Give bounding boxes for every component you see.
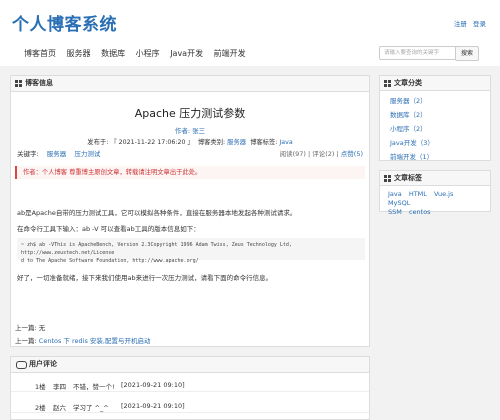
tag-link[interactable]: Java [279, 139, 292, 146]
nav-database[interactable]: 数据库 [101, 49, 125, 58]
tags-title: 文章标签 [394, 174, 422, 182]
next-label: 上一篇: [15, 337, 37, 345]
comment-time: [2021-09-21 09:10] [121, 402, 185, 410]
comment-floor: 1楼 [35, 383, 46, 391]
keywords-label: 关键字: [17, 150, 39, 158]
article-stats: 阅读(97) | 评论(2) | 点赞(5) [279, 150, 363, 158]
tags-header: 文章标签 [380, 171, 490, 186]
author-link[interactable]: 张三 [192, 127, 205, 135]
meta-line: 发布于: 『 2021-11-22 17:06:20 』 博客类别: 服务器 博… [11, 137, 369, 146]
category-item[interactable]: 数据库（2） [390, 109, 490, 119]
published-date: 『 2021-11-22 17:06:20 』 [110, 139, 194, 146]
comment-text: 学习了 ^_^ [73, 404, 109, 412]
nav-java[interactable]: Java开发 [170, 49, 203, 58]
prev-value: 无 [38, 324, 46, 332]
article-paragraph: ab是Apache自带的压力测试工具，它可以模拟各种条件，直接在服务器本地发起各… [17, 209, 297, 217]
chat-icon [16, 361, 27, 369]
prev-label: 上一篇: [15, 324, 37, 332]
category-item[interactable]: Java开发（3） [390, 137, 490, 147]
grid-icon [15, 80, 22, 87]
tag-link[interactable]: MySQL [388, 199, 410, 207]
code-block: ~ zh$ ab -VThis is ApacheBench, Version … [17, 238, 365, 264]
nav-miniprogram[interactable]: 小程序 [136, 49, 160, 58]
search-input[interactable]: 请输入要查询的关键字 [379, 46, 459, 60]
comments-panel: 用户评论 1楼 李四 不错，赞一个! [2021-09-21 09:10] 2楼… [10, 356, 370, 420]
author-label: 作者: [174, 127, 191, 135]
article-paragraph: 在命令行工具下输入：ab -V 可以查看ab工具的版本信息如下： [17, 225, 200, 233]
article-title: Apache 压力测试参数 [134, 107, 246, 120]
site-title[interactable]: 个人博客系统 [12, 10, 117, 35]
read-count: 阅读(97) [279, 150, 306, 158]
comment-row: 2楼 赵六 学习了 ^_^ [2021-09-21 09:10] [11, 398, 369, 413]
tag-label: 博客标签: [250, 139, 278, 146]
category-item[interactable]: 服务器（2） [390, 95, 490, 105]
comment-user: 赵六 [53, 404, 66, 412]
code-line: ~ zh$ ab -VThis is ApacheBench, Version … [21, 242, 292, 256]
author-line: 作者: 张三 [11, 125, 369, 135]
tags-panel: 文章标签 Java HTML Vue.js MySQL SSM centos [379, 170, 491, 216]
copyright-notice: 作者：个人博客 尊重博主原创文章，转载请注明文章出于此处。 [15, 166, 365, 179]
nav-frontend[interactable]: 前端开发 [214, 49, 246, 58]
like-count[interactable]: 点赞(5) [341, 150, 363, 158]
login-link[interactable]: 登录 [473, 20, 486, 28]
comment-user: 李四 [53, 383, 66, 391]
register-link[interactable]: 注册 [454, 20, 467, 28]
search-button[interactable]: 搜索 [455, 46, 479, 61]
grid-icon [384, 79, 391, 87]
keyword-link[interactable]: 服务器 [47, 150, 67, 158]
grid-icon [384, 174, 391, 182]
category-link[interactable]: 服务器 [227, 139, 246, 146]
category-label: 博客类别: [197, 139, 226, 146]
comments-header: 用户评论 [11, 357, 369, 373]
categories-title: 文章分类 [394, 79, 422, 87]
comment-count[interactable]: 评论(2) [312, 150, 334, 158]
prev-article: 上一篇: 无 [15, 322, 45, 332]
next-link[interactable]: Centos 下 redis 安装,配置与开机启动 [39, 337, 151, 345]
comment-floor: 2楼 [35, 404, 46, 412]
article-paragraph: 好了，一切准备就绪，接下来我们使用ab来进行一次压力测试，请看下面的命令行信息。 [17, 274, 273, 282]
nav-home[interactable]: 博客首页 [24, 49, 56, 58]
comments-title: 用户评论 [29, 360, 57, 368]
article-panel-header: 博客信息 [11, 76, 369, 92]
next-article: 上一篇: Centos 下 redis 安装,配置与开机启动 [15, 335, 150, 345]
keyword-link[interactable]: 压力测试 [74, 150, 100, 158]
comment-time: [2021-09-21 09:10] [121, 381, 185, 389]
code-line: d to The Apache Software Foundation, htt… [21, 258, 199, 264]
published-label: 发布于: [87, 139, 109, 146]
tag-link[interactable]: Vue.js [434, 190, 453, 198]
tag-cloud: Java HTML Vue.js MySQL SSM centos [380, 186, 490, 217]
article-panel-title: 博客信息 [25, 79, 53, 87]
category-item[interactable]: 小程序（2） [390, 123, 490, 133]
nav-server[interactable]: 服务器 [67, 49, 91, 58]
auth-links: 注册 登录 [450, 18, 486, 28]
keywords: 关键字: 服务器 压力测试 [17, 148, 100, 158]
tag-link[interactable]: centos [409, 208, 431, 216]
categories-header: 文章分类 [380, 76, 490, 91]
category-item[interactable]: 前端开发（1） [390, 151, 490, 161]
site-header: 个人博客系统 注册 登录 博客首页 服务器 数据库 小程序 Java开发 前端开… [0, 0, 500, 66]
tag-link[interactable]: HTML [409, 190, 427, 198]
tag-link[interactable]: Java [388, 190, 402, 198]
article-panel: 博客信息 Apache 压力测试参数 作者: 张三 发布于: 『 2021-11… [10, 75, 370, 347]
main-nav: 博客首页 服务器 数据库 小程序 Java开发 前端开发 [24, 48, 254, 59]
categories-panel: 文章分类 服务器（2） 数据库（2） 小程序（2） Java开发（3） 前端开发… [379, 75, 491, 161]
tag-link[interactable]: SSM [388, 208, 402, 216]
comment-text: 不错，赞一个! [73, 383, 115, 391]
keywords-row: 关键字: 服务器 压力测试 阅读(97) | 评论(2) | 点赞(5) [11, 146, 369, 158]
comment-row: 1楼 李四 不错，赞一个! [2021-09-21 09:10] [11, 377, 369, 392]
